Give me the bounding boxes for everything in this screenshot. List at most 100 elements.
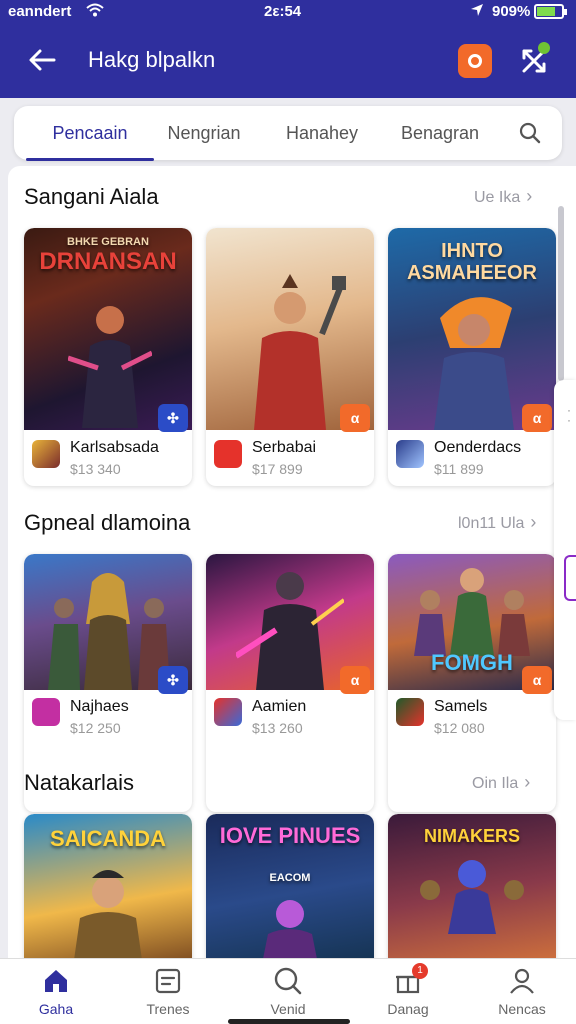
app-icon: [396, 440, 424, 468]
app-icon: [214, 698, 242, 726]
cover-title: DRNANSAN: [39, 248, 177, 275]
platform-badge: ✣: [158, 666, 188, 694]
game-card[interactable]: IHNTO ASMAHEEOR α Oenderdacs $11 899: [388, 228, 556, 486]
game-card[interactable]: α Aamien $13 260: [206, 554, 374, 812]
game-name: Oenderdacs: [434, 439, 522, 456]
game-name: Aamien: [252, 698, 307, 715]
see-more-link[interactable]: Oin Ila ›: [472, 772, 530, 793]
carrier-label: eanndert: [8, 3, 72, 20]
notification-badge: 1: [412, 963, 428, 979]
hero-illustration: [254, 274, 346, 430]
game-name: Karlsabsada: [70, 439, 159, 456]
see-more-label: Ue Ika: [474, 189, 521, 206]
nav-label: Danag: [387, 1001, 429, 1017]
game-card[interactable]: SAICANDA: [24, 814, 192, 958]
home-icon: [40, 965, 72, 997]
nav-item-danag[interactable]: 1 Danag: [358, 959, 458, 1024]
hero-illustration: [263, 900, 317, 958]
nav-item-trenes[interactable]: Trenes: [118, 959, 218, 1024]
app-icon: [214, 440, 242, 468]
chevron-right-icon: ›: [526, 186, 533, 206]
status-bar: eanndert 2ε:54 909%: [0, 0, 576, 24]
nav-item-search[interactable]: Venid: [238, 959, 338, 1024]
game-name: Samels: [434, 698, 488, 715]
share-button[interactable]: [516, 42, 552, 78]
wifi-icon: [86, 2, 104, 22]
hero-illustration: [236, 572, 344, 690]
nav-label: Venid: [270, 1001, 306, 1017]
tab-search-button[interactable]: [514, 118, 546, 148]
back-button[interactable]: [22, 42, 62, 78]
game-price: $11 899: [434, 461, 484, 477]
section-title: Natakarlais: [24, 770, 135, 795]
game-cover-image: NIMAKERS: [388, 814, 556, 958]
platform-badge: ✣: [158, 404, 188, 432]
platform-badge: α: [522, 404, 552, 432]
app-icon: [396, 698, 424, 726]
profile-icon: [506, 965, 538, 997]
battery-icon: [534, 4, 567, 19]
home-indicator: [228, 1019, 350, 1024]
game-card[interactable]: IOVE PINUES EACOM: [206, 814, 374, 958]
cover-subtitle: EACOM: [269, 872, 311, 884]
app-icon: [32, 440, 60, 468]
game-cover-image: BHKE GEBRAN DRNANSAN: [24, 228, 192, 430]
see-more-link[interactable]: l0n11 Ula ›: [458, 512, 536, 533]
see-more-label: Oin Ila: [472, 775, 519, 792]
chevron-right-icon: ›: [524, 772, 531, 792]
game-price: $17 899: [252, 461, 303, 477]
platform-badge: α: [340, 666, 370, 694]
heroes-illustration: [420, 860, 524, 934]
side-drawer-handle[interactable]: [564, 555, 576, 601]
search-icon: [272, 965, 304, 997]
notification-dot: [538, 42, 550, 54]
game-price: $12 080: [434, 720, 485, 736]
page-title: Hakg blpalkn: [88, 47, 216, 72]
battery-percent: 909%: [492, 3, 531, 20]
tab-nengrian[interactable]: Nengrian: [148, 106, 260, 160]
game-price: $13 260: [252, 720, 303, 736]
location-icon: [470, 3, 484, 21]
game-price: $13 340: [70, 461, 121, 477]
nav-label: Nencas: [498, 1001, 546, 1017]
scrollbar[interactable]: [558, 206, 564, 381]
record-icon: [468, 54, 482, 68]
active-tab-indicator: [26, 158, 154, 161]
more-dots-icon: · ·: [567, 403, 571, 427]
arrow-left-icon: [29, 49, 56, 71]
see-more-link[interactable]: Ue Ika ›: [474, 186, 532, 207]
game-cover-image: [206, 228, 374, 430]
tab-hanahey[interactable]: Hanahey: [268, 106, 376, 160]
side-drawer-handle-panel[interactable]: [554, 380, 576, 720]
list-icon: [152, 965, 184, 997]
cover-title: SAICANDA: [49, 826, 167, 851]
game-card[interactable]: BHKE GEBRAN DRNANSAN ✣ Karlsabsada $13 3…: [24, 228, 192, 486]
hero-illustration: [434, 297, 514, 430]
nav-label: Gaha: [38, 1001, 74, 1017]
game-price: $12 250: [70, 720, 121, 736]
tab-pencaain[interactable]: Pencaain: [26, 106, 154, 160]
category-tabs: Pencaain Nengrian Hanahey Benagran: [14, 106, 562, 161]
record-button[interactable]: [458, 44, 492, 78]
platform-badge: α: [340, 404, 370, 432]
app-icon: [32, 698, 60, 726]
game-name: Serbabai: [252, 439, 317, 456]
platform-badge: α: [522, 666, 552, 694]
cover-subtitle: BHKE GEBRAN: [67, 236, 149, 248]
section-title: Sangani Aiala: [24, 184, 159, 209]
game-card[interactable]: NIMAKERS: [388, 814, 556, 958]
cover-title: NIMAKERS: [423, 826, 520, 846]
section-title: Gpneal dlamoina: [24, 510, 191, 535]
cover-title: IOVE PINUES: [219, 823, 361, 848]
content-area: Sangani Aiala Ue Ika › BHKE GEBRAN DRNANS…: [8, 166, 576, 958]
game-cover-image: SAICANDA: [24, 814, 192, 958]
search-icon: [519, 122, 541, 144]
nav-item-profile[interactable]: Nencas: [472, 959, 572, 1024]
tab-benagran[interactable]: Benagran: [384, 106, 496, 160]
hero-illustration: [74, 870, 142, 958]
app-header: eanndert 2ε:54 909% Hakg blpalkn: [0, 0, 576, 98]
game-cover-image: IHNTO ASMAHEEOR: [388, 228, 556, 430]
cover-title: IHNTO ASMAHEEOR: [406, 240, 537, 284]
nav-item-home[interactable]: Gaha: [6, 959, 106, 1024]
game-card[interactable]: α Serbabai $17 899: [206, 228, 374, 486]
